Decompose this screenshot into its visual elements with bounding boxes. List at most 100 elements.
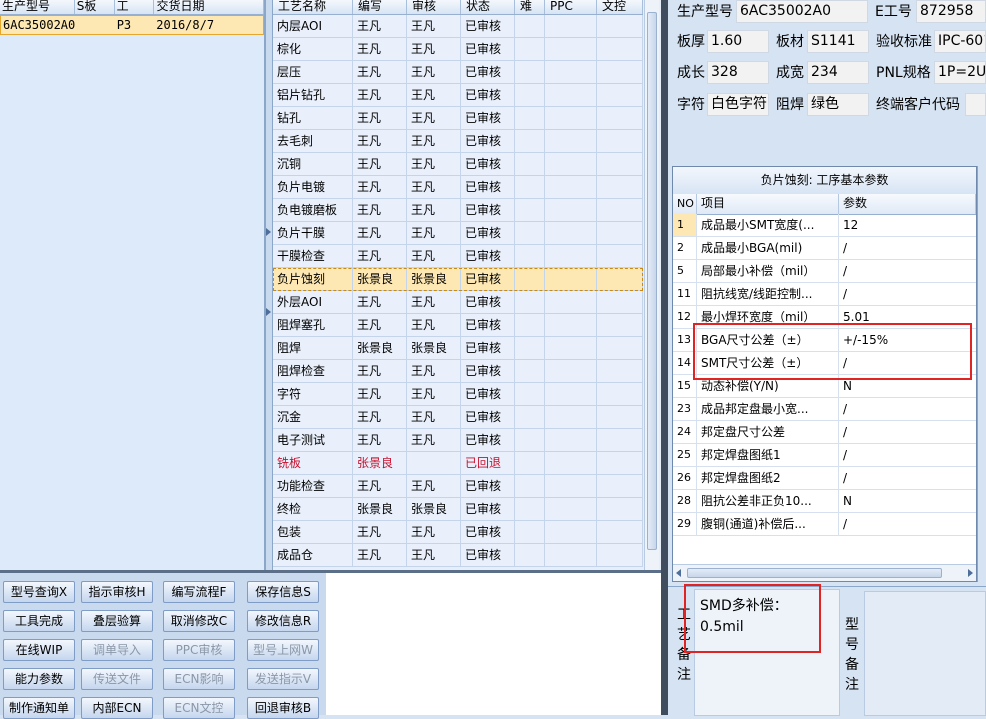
process-cell xyxy=(545,291,597,313)
width-field[interactable]: 234 xyxy=(807,61,869,84)
toolbar-button-0-0[interactable]: 型号查询X xyxy=(3,581,75,603)
table-row[interactable]: 去毛刺 王凡 王凡 已审核 xyxy=(273,130,643,153)
table-row[interactable]: 阻焊 张景良 张景良 已审核 xyxy=(273,337,643,360)
splitter-arrow-icon[interactable] xyxy=(266,308,271,316)
scrollbar-thumb[interactable] xyxy=(687,568,942,578)
scroll-right-icon[interactable] xyxy=(968,569,973,577)
table-row[interactable]: 电子测试 王凡 王凡 已审核 xyxy=(273,429,643,452)
order-row[interactable]: 6AC35002A0 P3 2016/8/7 xyxy=(0,15,264,35)
column-header-s-board[interactable]: S板 xyxy=(75,0,115,14)
toolbar-button-4-0[interactable]: 制作通知单 xyxy=(3,697,75,719)
column-header-value[interactable]: 参数 xyxy=(839,194,976,214)
toolbar-button-4-2[interactable]: ECN文控 xyxy=(163,697,235,719)
process-cell xyxy=(597,176,643,198)
legend-field[interactable]: 白色字符 xyxy=(707,93,769,116)
table-row[interactable]: 字符 王凡 王凡 已审核 xyxy=(273,383,643,406)
table-row[interactable]: 功能检查 王凡 王凡 已审核 xyxy=(273,475,643,498)
column-header-delivery-date[interactable]: 交货日期 xyxy=(154,0,264,14)
table-row[interactable]: 负片干膜 王凡 王凡 已审核 xyxy=(273,222,643,245)
eng-no-field[interactable]: 872958 xyxy=(916,0,986,23)
table-row[interactable]: 15 动态补偿(Y/N) N xyxy=(673,375,976,398)
table-row[interactable]: 23 成品邦定盘最小宽... / xyxy=(673,398,976,421)
panel-splitter[interactable] xyxy=(265,0,273,570)
column-header-worker[interactable]: 工 xyxy=(115,0,155,14)
table-row[interactable]: 负片电镀 王凡 王凡 已审核 xyxy=(273,176,643,199)
toolbar-button-4-1[interactable]: 内部ECN xyxy=(81,697,153,719)
toolbar-button-1-0[interactable]: 工具完成 xyxy=(3,610,75,632)
table-row[interactable]: 沉金 王凡 王凡 已审核 xyxy=(273,406,643,429)
column-header-item[interactable]: 项目 xyxy=(697,194,839,214)
table-row[interactable]: 5 局部最小补偿（mil） / xyxy=(673,260,976,283)
table-row[interactable]: 沉铜 王凡 王凡 已审核 xyxy=(273,153,643,176)
toolbar-button-3-3[interactable]: 发送指示V xyxy=(247,668,319,690)
table-row[interactable]: 12 最小焊环宽度（mil） 5.01 xyxy=(673,306,976,329)
solder-mask-field[interactable]: 绿色 xyxy=(807,93,869,116)
table-row[interactable]: 铣板 张景良 已回退 xyxy=(273,452,643,475)
process-cell: 已审核 xyxy=(461,107,515,129)
table-row[interactable]: 29 腹铜(通道)补偿后... / xyxy=(673,513,976,536)
toolbar-button-1-1[interactable]: 叠层验算 xyxy=(81,610,153,632)
table-row[interactable]: 负电镀磨板 王凡 王凡 已审核 xyxy=(273,199,643,222)
table-row[interactable]: 铝片钻孔 王凡 王凡 已审核 xyxy=(273,84,643,107)
process-grid-scrollbar[interactable] xyxy=(644,0,659,570)
toolbar-button-2-1[interactable]: 调单导入 xyxy=(81,639,153,661)
toolbar-button-0-3[interactable]: 保存信息S xyxy=(247,581,319,603)
table-row[interactable]: 28 阻抗公差非正负10... N xyxy=(673,490,976,513)
vertical-divider[interactable] xyxy=(661,0,668,715)
table-row[interactable]: 负片蚀刻 张景良 张景良 已审核 xyxy=(273,268,643,291)
pnl-spec-field[interactable]: 1P=2U xyxy=(934,61,986,84)
toolbar-button-4-3[interactable]: 回退审核B xyxy=(247,697,319,719)
column-header-model[interactable]: 生产型号 xyxy=(0,0,75,14)
model-remark-textarea[interactable] xyxy=(864,591,986,716)
table-row[interactable]: 25 邦定焊盘图纸1 / xyxy=(673,444,976,467)
table-row[interactable]: 阻焊检查 王凡 王凡 已审核 xyxy=(273,360,643,383)
table-row[interactable]: 钻孔 王凡 王凡 已审核 xyxy=(273,107,643,130)
table-row[interactable]: 阻焊塞孔 王凡 王凡 已审核 xyxy=(273,314,643,337)
toolbar-button-2-2[interactable]: PPC审核 xyxy=(163,639,235,661)
table-row[interactable]: 外层AOI 王凡 王凡 已审核 xyxy=(273,291,643,314)
toolbar-button-0-2[interactable]: 编写流程F xyxy=(163,581,235,603)
toolbar-button-2-3[interactable]: 型号上网W xyxy=(247,639,319,661)
column-header-process-1[interactable]: 编写 xyxy=(353,0,407,14)
table-row[interactable]: 包装 王凡 王凡 已审核 xyxy=(273,521,643,544)
table-row[interactable]: 终检 张景良 张景良 已审核 xyxy=(273,498,643,521)
column-header-process-4[interactable]: 难 xyxy=(515,0,545,14)
scrollbar-thumb[interactable] xyxy=(647,12,657,550)
table-row[interactable]: 干膜检查 王凡 王凡 已审核 xyxy=(273,245,643,268)
toolbar-button-3-2[interactable]: ECN影响 xyxy=(163,668,235,690)
toolbar-button-1-2[interactable]: 取消修改C xyxy=(163,610,235,632)
material-field[interactable]: S1141 xyxy=(807,30,869,53)
table-row[interactable]: 1 成品最小SMT宽度(... 12 xyxy=(673,214,976,237)
length-field[interactable]: 328 xyxy=(707,61,769,84)
table-row[interactable]: 层压 王凡 王凡 已审核 xyxy=(273,61,643,84)
column-header-process-0[interactable]: 工艺名称 xyxy=(273,0,353,14)
table-row[interactable]: 成品仓 王凡 王凡 已审核 xyxy=(273,544,643,567)
customer-code-field[interactable] xyxy=(965,93,986,116)
table-row[interactable]: 内层AOI 王凡 王凡 已审核 xyxy=(273,15,643,38)
toolbar-button-1-3[interactable]: 修改信息R xyxy=(247,610,319,632)
toolbar-button-0-1[interactable]: 指示审核H xyxy=(81,581,153,603)
column-header-process-6[interactable]: 文控 xyxy=(597,0,643,14)
table-row[interactable]: 14 SMT尺寸公差（±） / xyxy=(673,352,976,375)
toolbar-button-2-0[interactable]: 在线WIP xyxy=(3,639,75,661)
table-row[interactable]: 26 邦定焊盘图纸2 / xyxy=(673,467,976,490)
process-remark-textarea[interactable]: SMD多补偿： 0.5mil xyxy=(694,589,840,716)
parameter-grid-scrollbar[interactable] xyxy=(673,564,976,581)
table-row[interactable]: 11 阻抗线宽/线距控制... / xyxy=(673,283,976,306)
column-header-process-3[interactable]: 状态 xyxy=(461,0,515,14)
parameter-cell-no: 1 xyxy=(673,214,697,236)
table-row[interactable]: 棕化 王凡 王凡 已审核 xyxy=(273,38,643,61)
column-header-no[interactable]: NO xyxy=(673,194,697,214)
table-row[interactable]: 2 成品最小BGA(mil) / xyxy=(673,237,976,260)
table-row[interactable]: 24 邦定盘尺寸公差 / xyxy=(673,421,976,444)
scroll-left-icon[interactable] xyxy=(676,569,681,577)
splitter-arrow-icon[interactable] xyxy=(266,228,271,236)
column-header-process-5[interactable]: PPC xyxy=(545,0,597,14)
toolbar-button-3-1[interactable]: 传送文件 xyxy=(81,668,153,690)
thickness-field[interactable]: 1.60 xyxy=(707,30,769,53)
accept-standard-field[interactable]: IPC-601 xyxy=(934,30,986,53)
column-header-process-2[interactable]: 审核 xyxy=(407,0,461,14)
toolbar-button-3-0[interactable]: 能力参数 xyxy=(3,668,75,690)
model-field[interactable]: 6AC35002A0 xyxy=(736,0,868,23)
table-row[interactable]: 13 BGA尺寸公差（±） +/-15% xyxy=(673,329,976,352)
